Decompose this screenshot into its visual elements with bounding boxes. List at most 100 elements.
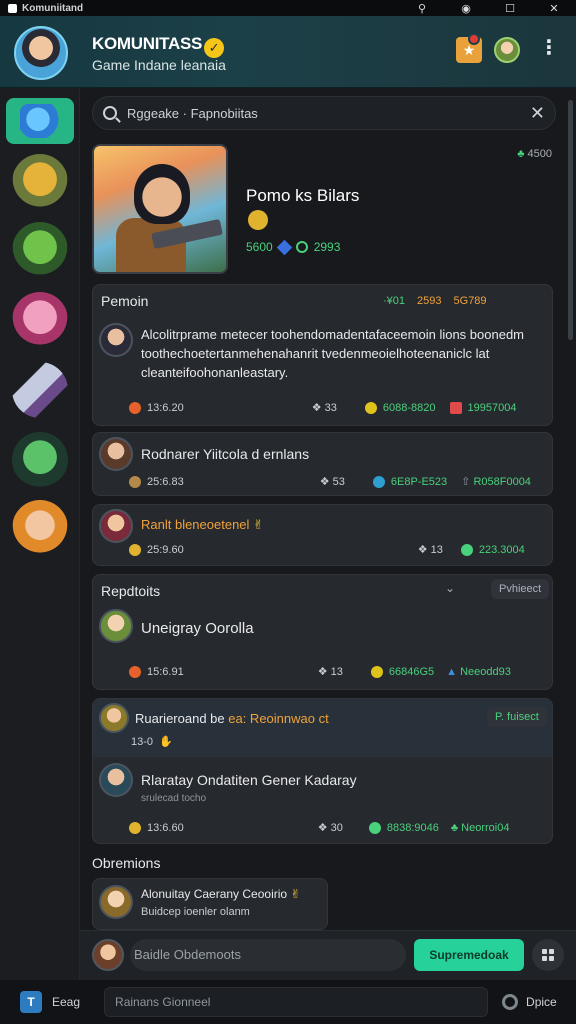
post-avatar[interactable] [99, 509, 133, 543]
game-name: Pomo ks Bilars [246, 186, 360, 205]
post-meta: 15:6.91 ❖ 13 66846G5 ▲ Neeodd93 [129, 665, 511, 678]
verified-badge-icon: ✓ [204, 38, 225, 58]
post-avatar[interactable] [99, 437, 133, 471]
emoji-icon: ✌ [253, 517, 264, 532]
rail-game-6[interactable] [12, 432, 68, 488]
post-meta: 13:6.60 ❖ 30 8838:9046 ♣ Neorroi04 [129, 821, 509, 834]
maximize-icon[interactable]: ☐ [488, 2, 532, 15]
post-time: 15:6.91 [147, 665, 184, 678]
section-title-obremions: Obremions [92, 855, 161, 871]
composer-submit-button[interactable]: Supremedoak [414, 939, 524, 971]
composer-input[interactable]: Baidle Obdemoots [130, 939, 406, 971]
post-card-4[interactable]: Repdtoits ⌄ Pvhieect Uneigray Oorolla 15… [92, 574, 553, 690]
bottom-option-label: Dpice [526, 995, 557, 1009]
bottom-input[interactable]: Rainans Gionneel [104, 987, 489, 1017]
bottom-option[interactable]: Dpice [502, 994, 557, 1010]
post-comments[interactable]: 53 [333, 476, 345, 488]
post-meta: 25:6.83 ❖ 53 6E8P-E523 ⇧ R058F0004 [129, 475, 531, 488]
post-card-2[interactable]: Rodnarer Yiitcola d ernlans 25:6.83 ❖ 53… [92, 432, 553, 496]
comment-icon: ❖ [317, 822, 328, 834]
bottom-label[interactable]: Eeag [52, 995, 80, 1009]
obremions-sub: Buidcep ioenler olanm [141, 906, 250, 918]
clock-icon [129, 665, 141, 678]
search-bar[interactable]: Rggeake · Fapnobiitas ✕ [92, 96, 556, 130]
pin-icon[interactable]: ⚲ [400, 2, 444, 15]
bottom-bar: T Eeag Rainans Gionneel Dpice [0, 980, 576, 1024]
rail-game-7[interactable] [12, 500, 68, 556]
game-badge-icon [248, 210, 268, 230]
post-card-1[interactable]: Pemoin ·¥01 2593 5G789 Alcolitrprame met… [92, 284, 553, 426]
post-header-meta-value: 13-0 [131, 735, 154, 748]
community-avatar[interactable] [14, 26, 68, 80]
post-likes[interactable]: 66846G5 [389, 666, 434, 678]
section-title-pemoin: Pemoin [101, 293, 149, 309]
post-card-3[interactable]: Ranlt bleneoetenel ✌ 25:9.60 ❖ 13 223.30… [92, 504, 553, 566]
post-avatar[interactable] [99, 763, 133, 797]
post5-button[interactable]: P. fuisect [487, 707, 547, 727]
clock-icon [129, 475, 141, 488]
rail-game-3[interactable] [12, 222, 68, 278]
section-tags: ·¥01 2593 5G789 [383, 295, 487, 307]
post-avatar[interactable] [99, 703, 129, 733]
post-likes[interactable]: 223.3004 [479, 544, 525, 556]
search-input[interactable]: Rggeake · Fapnobiitas [127, 106, 530, 121]
scrollbar[interactable] [568, 100, 573, 340]
post-likes[interactable]: 8838:9046 [387, 822, 439, 834]
app-header: KOMUNITASS ✓ Game Indane leanaia ★ ⋮ [0, 16, 576, 88]
rail-game-5[interactable] [12, 362, 68, 418]
trophy-icon[interactable]: ★ [456, 33, 482, 63]
rail-game-4[interactable] [12, 292, 68, 348]
post-shares[interactable]: R058F0004 [473, 476, 531, 488]
gem-icon [276, 239, 292, 255]
comment-icon: ❖ [311, 402, 322, 414]
obremions-item[interactable]: Alonuitay Caerany Ceooirio ✌ Buidcep ioe… [92, 878, 328, 930]
page-subtitle: Game Indane leanaia [92, 57, 226, 73]
more-vertical-icon[interactable]: ⋮ [536, 37, 562, 63]
repotoits-button[interactable]: Pvhieect [491, 579, 550, 599]
post-likes[interactable]: 6E8P-E523 [391, 476, 447, 488]
user-avatar[interactable] [494, 37, 520, 63]
page-title: KOMUNITASS ✓ [92, 34, 225, 58]
app-launcher-icon[interactable]: T [20, 991, 42, 1013]
post-avatar[interactable] [99, 323, 133, 357]
emoji-icon: ✌ [290, 887, 301, 901]
post-comments[interactable]: 30 [331, 822, 343, 834]
post-comments[interactable]: 33 [325, 402, 337, 414]
post-header-main: Ruarieroand be [135, 711, 225, 726]
post-likes[interactable]: 6088-8820 [383, 402, 436, 414]
grid-icon[interactable] [532, 939, 564, 971]
tag-1[interactable]: ·¥01 [383, 295, 405, 307]
post-comments[interactable]: 13 [431, 544, 443, 556]
comment-icon: ❖ [417, 544, 428, 556]
post-comments[interactable]: 13 [331, 666, 343, 678]
post-shares[interactable]: 19957004 [468, 402, 517, 414]
obremions-avatar[interactable] [99, 885, 133, 919]
like-icon [372, 475, 385, 488]
follow-icon: ♣ [517, 148, 525, 160]
game-stat-2: 2993 [313, 240, 341, 254]
tag-3[interactable]: 5G789 [454, 295, 487, 307]
composer-avatar[interactable] [92, 939, 124, 971]
obremions-title-text: Alonuitay Caerany Ceooirio [141, 887, 288, 901]
tag-2[interactable]: 2593 [417, 295, 441, 307]
post-text: Rodnarer Yiitcola d ernlans [141, 446, 310, 462]
rail-game-2[interactable] [12, 154, 68, 210]
rail-game-1[interactable] [6, 98, 74, 144]
post-header-meta: 13-0 ✋ [131, 735, 173, 749]
close-icon[interactable]: ✕ [530, 103, 545, 124]
post-avatar[interactable] [99, 609, 133, 643]
post-card-5[interactable]: Ruarieroand be ea: Reoinnwao ct 13-0 ✋ P… [92, 698, 553, 844]
close-window-icon[interactable]: ✕ [532, 2, 576, 15]
game-cover-image[interactable] [92, 144, 228, 274]
chevron-down-icon[interactable]: ⌄ [445, 581, 455, 595]
post-text: Alcolitrprame metecer toohendomadentafac… [141, 327, 524, 380]
post-shares[interactable]: Neeodd93 [460, 666, 511, 678]
record-icon[interactable]: ◉ [444, 2, 488, 15]
search-icon [103, 106, 117, 120]
clock-icon [129, 401, 141, 414]
follow-count[interactable]: ♣ 4500 [517, 148, 552, 160]
ring-icon [295, 241, 308, 253]
post-header-text: Ruarieroand be ea: Reoinnwao ct [135, 709, 329, 728]
post-shares[interactable]: Neorroi04 [461, 822, 509, 834]
post-subtext: srulecad tocho [141, 793, 207, 804]
